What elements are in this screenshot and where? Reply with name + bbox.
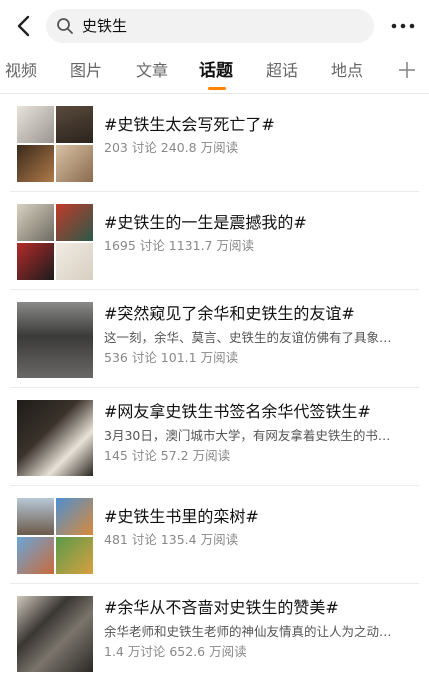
thumbnail-image — [56, 498, 93, 535]
thumbnail-image — [17, 302, 93, 378]
thumbnail-image — [17, 400, 93, 476]
topic-title[interactable]: #史铁生太会写死亡了# — [104, 114, 416, 136]
search-input[interactable]: 史铁生 — [46, 9, 374, 43]
thumbnail-image — [17, 596, 93, 672]
topic-title[interactable]: #史铁生书里的栾树# — [104, 506, 416, 528]
topic-item[interactable]: #余华从不吝啬对史铁生的赞美# 余华老师和史铁生老师的神仙友情真的让人为之动… … — [0, 584, 429, 682]
tab-video[interactable]: 视频 — [5, 60, 37, 82]
topic-item[interactable]: #突然窥见了余华和史铁生的友谊# 这一刻，余华、莫言、史铁生的友谊仿佛有了具象…… — [0, 290, 429, 388]
tab-topics[interactable]: 话题 — [199, 60, 233, 82]
topic-stats: 203 讨论 240.8 万阅读 — [104, 140, 239, 155]
back-icon[interactable] — [10, 12, 38, 40]
thumbnail-image — [56, 243, 93, 280]
topic-item[interactable]: #史铁生太会写死亡了# 203 讨论 240.8 万阅读 — [0, 94, 429, 192]
tab-articles[interactable]: 文章 — [136, 60, 168, 82]
top-bar: 史铁生 — [0, 0, 429, 54]
thumbnail-image — [17, 537, 54, 574]
tab-super-topics[interactable]: 超话 — [266, 60, 298, 82]
topic-title[interactable]: #余华从不吝啬对史铁生的赞美# — [104, 597, 416, 619]
topic-description: 这一刻，余华、莫言、史铁生的友谊仿佛有了具象… — [104, 330, 392, 345]
topic-thumbnail — [17, 596, 93, 672]
tab-bar: 视频 图片 文章 话题 超话 地点 — [0, 54, 429, 92]
topic-thumbnail — [17, 498, 93, 574]
topic-description: 余华老师和史铁生老师的神仙友情真的让人为之动… — [104, 624, 392, 639]
search-icon — [56, 17, 74, 35]
topic-thumbnail — [17, 400, 93, 476]
thumbnail-image — [56, 145, 93, 182]
topic-description: 3月30日，澳门城市大学，有网友拿着史铁生的书… — [104, 428, 391, 443]
more-options-icon[interactable] — [388, 14, 418, 38]
topic-title[interactable]: #史铁生的一生是震撼我的# — [104, 212, 416, 234]
add-tab-icon[interactable] — [397, 60, 417, 80]
topic-stats: 1.4 万讨论 652.6 万阅读 — [104, 644, 247, 659]
topic-thumbnail — [17, 106, 93, 182]
thumbnail-image — [17, 243, 54, 280]
topic-item[interactable]: #史铁生书里的栾树# 481 讨论 135.4 万阅读 — [0, 486, 429, 584]
topic-title[interactable]: #网友拿史铁生书签名余华代签铁生# — [104, 401, 416, 423]
thumbnail-image — [17, 145, 54, 182]
topic-stats: 481 讨论 135.4 万阅读 — [104, 532, 239, 547]
thumbnail-image — [56, 537, 93, 574]
thumbnail-image — [17, 106, 54, 143]
topic-title[interactable]: #突然窥见了余华和史铁生的友谊# — [104, 303, 416, 325]
topic-item[interactable]: #网友拿史铁生书签名余华代签铁生# 3月30日，澳门城市大学，有网友拿着史铁生的… — [0, 388, 429, 486]
thumbnail-image — [56, 106, 93, 143]
topic-thumbnail — [17, 204, 93, 280]
tab-images[interactable]: 图片 — [70, 60, 102, 82]
tab-places[interactable]: 地点 — [331, 60, 363, 82]
topic-stats: 145 讨论 57.2 万阅读 — [104, 448, 231, 463]
active-tab-indicator — [208, 87, 226, 90]
thumbnail-image — [17, 204, 54, 241]
topic-stats: 1695 讨论 1131.7 万阅读 — [104, 238, 254, 253]
search-query[interactable]: 史铁生 — [82, 16, 127, 36]
thumbnail-image — [56, 204, 93, 241]
topic-thumbnail — [17, 302, 93, 378]
topic-stats: 536 讨论 101.1 万阅读 — [104, 350, 239, 365]
topic-item[interactable]: #史铁生的一生是震撼我的# 1695 讨论 1131.7 万阅读 — [0, 192, 429, 290]
thumbnail-image — [17, 498, 54, 535]
